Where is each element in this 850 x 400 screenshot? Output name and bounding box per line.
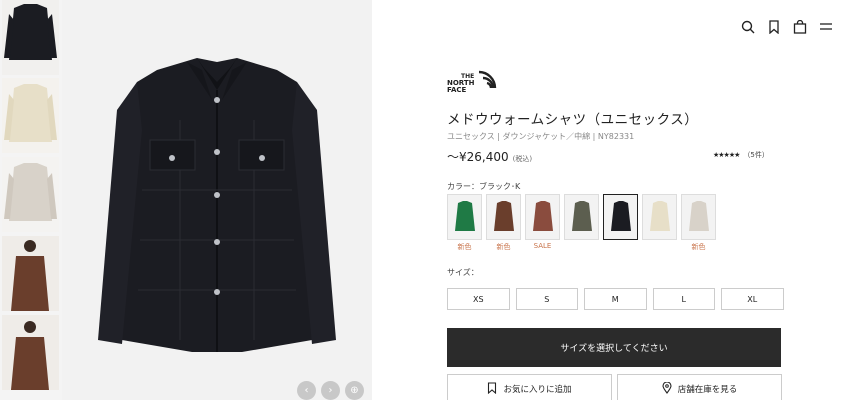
product-page: ‹ › ⊕ THE NORTH FACE メドウウォームシャツ（ユニセックス） … xyxy=(0,0,850,400)
size-options: XS S M L XL xyxy=(447,288,784,310)
size-l-button[interactable]: L xyxy=(652,288,715,310)
product-price: ～¥26,400 xyxy=(447,150,509,164)
logo-text-3: FACE xyxy=(447,86,467,94)
color-swatches: 新色 新色 SALE 新色 xyxy=(447,194,716,251)
prev-image-button[interactable]: ‹ xyxy=(297,381,316,400)
secondary-actions: お気に入りに追加 店舗在庫を見る xyxy=(447,374,782,400)
add-favorite-button[interactable]: お気に入りに追加 xyxy=(447,374,612,400)
add-favorite-label: お気に入りに追加 xyxy=(503,385,572,395)
bag-icon[interactable] xyxy=(792,19,808,35)
thumbnail-model-brown[interactable] xyxy=(2,236,59,311)
bookmark-icon[interactable] xyxy=(766,19,782,35)
size-label: サイズ： xyxy=(447,268,479,277)
swatch-tag: SALE xyxy=(533,242,552,250)
size-s-button[interactable]: S xyxy=(515,288,578,310)
swatch-tag xyxy=(642,242,677,251)
thumbnail-black[interactable] xyxy=(2,0,59,75)
swatch-cream[interactable] xyxy=(642,194,677,240)
thumbnail-cream[interactable] xyxy=(2,78,59,153)
menu-icon[interactable] xyxy=(818,19,834,35)
store-stock-label: 店舗在庫を見る xyxy=(677,385,738,395)
size-xs-button[interactable]: XS xyxy=(447,288,510,310)
swatch-olive[interactable] xyxy=(564,194,599,240)
price-row: ～¥26,400 (税込) xyxy=(447,148,532,165)
swatch-brown[interactable]: 新色 xyxy=(486,194,521,251)
swatch-beige[interactable]: 新色 xyxy=(681,194,716,251)
header-icons xyxy=(740,19,834,35)
swatch-tag: 新色 xyxy=(496,243,511,251)
swatch-tag xyxy=(564,242,599,251)
swatch-black[interactable] xyxy=(603,194,638,240)
product-category: ユニセックス | ダウンジャケット／中綿 | NY82331 xyxy=(447,132,635,141)
swatch-tag xyxy=(603,242,638,251)
swatch-rust[interactable]: SALE xyxy=(525,194,560,250)
rating[interactable]: ★★★★★ （5件） xyxy=(713,150,769,160)
thumbnail-model-brown-2[interactable] xyxy=(2,315,59,390)
store-stock-button[interactable]: 店舗在庫を見る xyxy=(617,374,782,400)
brand-logo[interactable]: THE NORTH FACE xyxy=(447,70,497,96)
size-xl-button[interactable]: XL xyxy=(721,288,784,310)
swatch-tag: 新色 xyxy=(457,243,472,251)
zoom-image-button[interactable]: ⊕ xyxy=(345,381,364,400)
location-pin-icon xyxy=(662,380,672,397)
tax-note: (税込) xyxy=(512,155,533,163)
product-title: メドウウォームシャツ（ユニセックス） xyxy=(447,112,699,128)
next-image-button[interactable]: › xyxy=(321,381,340,400)
color-label: カラー：ブラック･K xyxy=(447,182,521,191)
swatch-tag: 新色 xyxy=(691,243,706,251)
review-count: （5件） xyxy=(743,151,769,159)
thumbnail-beige[interactable] xyxy=(2,157,59,232)
thumbnail-strip xyxy=(0,0,62,400)
size-m-button[interactable]: M xyxy=(584,288,647,310)
product-main-image: ‹ › ⊕ xyxy=(62,0,372,400)
select-size-button[interactable]: サイズを選択してください xyxy=(447,328,781,367)
rating-stars: ★★★★★ xyxy=(713,151,740,159)
search-icon[interactable] xyxy=(740,19,756,35)
swatch-green[interactable]: 新色 xyxy=(447,194,482,251)
bookmark-icon xyxy=(487,381,497,397)
